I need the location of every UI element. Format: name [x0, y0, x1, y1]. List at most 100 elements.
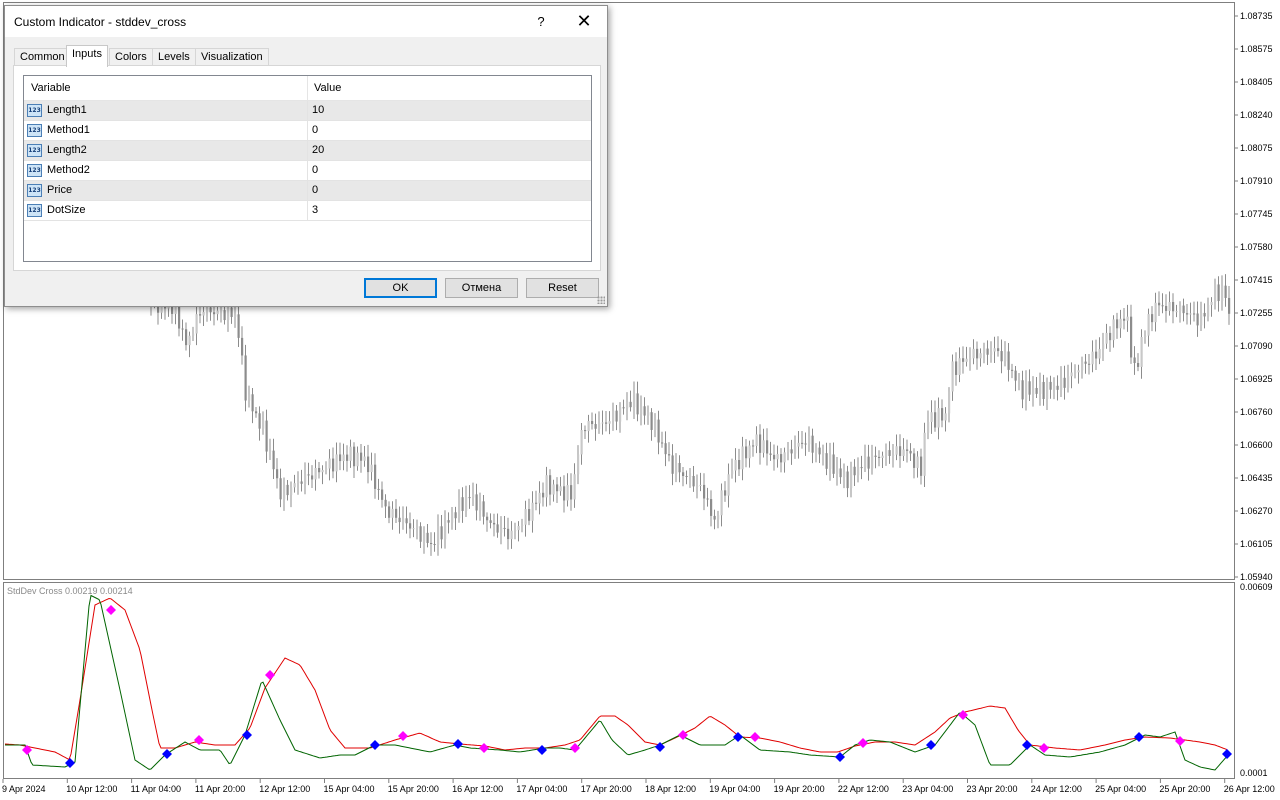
- tab-inputs[interactable]: Inputs: [66, 45, 108, 67]
- help-button[interactable]: ?: [521, 6, 561, 37]
- candle-body: [538, 492, 541, 504]
- candle-body: [1098, 349, 1101, 359]
- candle-body: [622, 407, 625, 409]
- param-value[interactable]: 0: [312, 121, 318, 140]
- time-tick-label: 11 Apr 04:00: [131, 784, 181, 794]
- custom-indicator-dialog: Custom Indicator - stddev_cross ? ✕ Comm…: [4, 5, 608, 307]
- close-icon[interactable]: ✕: [561, 6, 607, 37]
- numeric-param-icon: 123: [27, 124, 42, 137]
- candle-body: [1123, 318, 1126, 321]
- candle-body: [944, 413, 947, 421]
- candle-body: [696, 485, 699, 487]
- tab-visualization[interactable]: Visualization: [195, 48, 269, 66]
- candle-body: [937, 408, 940, 428]
- candle-body: [412, 528, 415, 530]
- candle-body: [601, 422, 604, 424]
- candle-body: [535, 502, 538, 504]
- candle-body: [671, 455, 674, 474]
- candle-body: [661, 442, 664, 444]
- reset-button[interactable]: Reset: [526, 278, 599, 298]
- candle-body: [395, 508, 398, 518]
- candle-body: [381, 489, 384, 500]
- indicator-tick-label: 0.00609: [1240, 582, 1273, 592]
- time-tick-label: 17 Apr 04:00: [516, 784, 567, 794]
- ok-button[interactable]: OK: [364, 278, 437, 298]
- cross-dot: [265, 670, 275, 680]
- input-row-length2[interactable]: 123 Length2 20: [24, 141, 591, 161]
- candle-body: [1140, 337, 1143, 367]
- candle-body: [818, 447, 821, 455]
- candle-body: [430, 542, 433, 544]
- candle-body: [1133, 357, 1136, 364]
- candle-body: [409, 523, 412, 529]
- input-row-method1[interactable]: 123 Method1 0: [24, 121, 591, 141]
- candle-body: [297, 481, 300, 484]
- cross-dot: [537, 745, 547, 755]
- candle-body: [461, 497, 464, 511]
- candle-body: [668, 454, 671, 456]
- input-row-length1[interactable]: 123 Length1 10: [24, 101, 591, 121]
- candle-body: [860, 467, 863, 469]
- candle-body: [608, 421, 611, 424]
- time-tick-label: 26 Apr 12:00: [1224, 784, 1275, 794]
- candle-body: [822, 453, 825, 455]
- candle-body: [311, 475, 314, 480]
- candle-body: [1102, 343, 1105, 350]
- candle-body: [202, 312, 205, 316]
- cross-dot: [453, 739, 463, 749]
- candle-body: [524, 509, 527, 525]
- candle-body: [528, 509, 531, 521]
- time-tick-label: 17 Apr 20:00: [581, 784, 632, 794]
- candle-body: [300, 481, 303, 484]
- value-column-header[interactable]: Value: [307, 76, 341, 100]
- inputs-grid[interactable]: Variable Value 123 Length1 10 123 Method…: [23, 75, 592, 262]
- param-value[interactable]: 0: [312, 181, 318, 200]
- candle-body: [850, 466, 853, 489]
- candle-body: [839, 468, 842, 478]
- time-tick-label: 19 Apr 04:00: [709, 784, 760, 794]
- candle-body: [444, 520, 447, 540]
- candle-body: [199, 314, 202, 316]
- param-value[interactable]: 10: [312, 101, 324, 120]
- tab-levels[interactable]: Levels: [152, 48, 196, 66]
- param-value[interactable]: 0: [312, 161, 318, 180]
- candle-body: [563, 486, 566, 501]
- candle-body: [486, 516, 489, 521]
- candle-body: [192, 333, 195, 336]
- candle-body: [251, 394, 254, 412]
- numeric-param-icon: 123: [27, 204, 42, 217]
- cancel-button[interactable]: Отмена: [445, 278, 518, 298]
- resize-grip-icon[interactable]: [597, 296, 605, 304]
- candle-body: [759, 434, 762, 453]
- candle-body: [881, 455, 884, 458]
- candle-body: [286, 484, 289, 496]
- cross-dot: [570, 743, 580, 753]
- input-row-price[interactable]: 123 Price 0: [24, 181, 591, 201]
- param-value[interactable]: 20: [312, 141, 324, 160]
- candle-body: [1182, 305, 1185, 314]
- candle-body: [962, 358, 965, 362]
- candlestick-series: [150, 274, 1231, 556]
- candle-body: [367, 456, 370, 473]
- candle-body: [734, 460, 737, 471]
- candle-body: [976, 348, 979, 359]
- candle-body: [993, 348, 996, 352]
- candle-body: [811, 435, 814, 453]
- tab-colors[interactable]: Colors: [109, 48, 153, 66]
- candle-body: [797, 442, 800, 447]
- candle-body: [1014, 370, 1017, 381]
- input-row-dotsize[interactable]: 123 DotSize 3: [24, 201, 591, 221]
- candle-body: [769, 453, 772, 455]
- candle-body: [339, 454, 342, 462]
- param-value[interactable]: 3: [312, 201, 318, 220]
- input-row-method2[interactable]: 123 Method2 0: [24, 161, 591, 181]
- dialog-titlebar[interactable]: Custom Indicator - stddev_cross ? ✕: [5, 6, 607, 37]
- time-axis: 9 Apr 2024 10 Apr 12:00 11 Apr 04:00 11 Apr…: [2, 779, 1275, 794]
- variable-column-header[interactable]: Variable: [24, 76, 71, 100]
- candle-body: [531, 502, 534, 521]
- candle-body: [853, 466, 856, 476]
- candle-body: [689, 475, 692, 477]
- candle-body: [1091, 351, 1094, 365]
- tab-common[interactable]: Common: [14, 48, 71, 66]
- price-axis: 1.08735 1.08575 1.08405 1.08240 1.08075 1.079…: [1234, 11, 1273, 582]
